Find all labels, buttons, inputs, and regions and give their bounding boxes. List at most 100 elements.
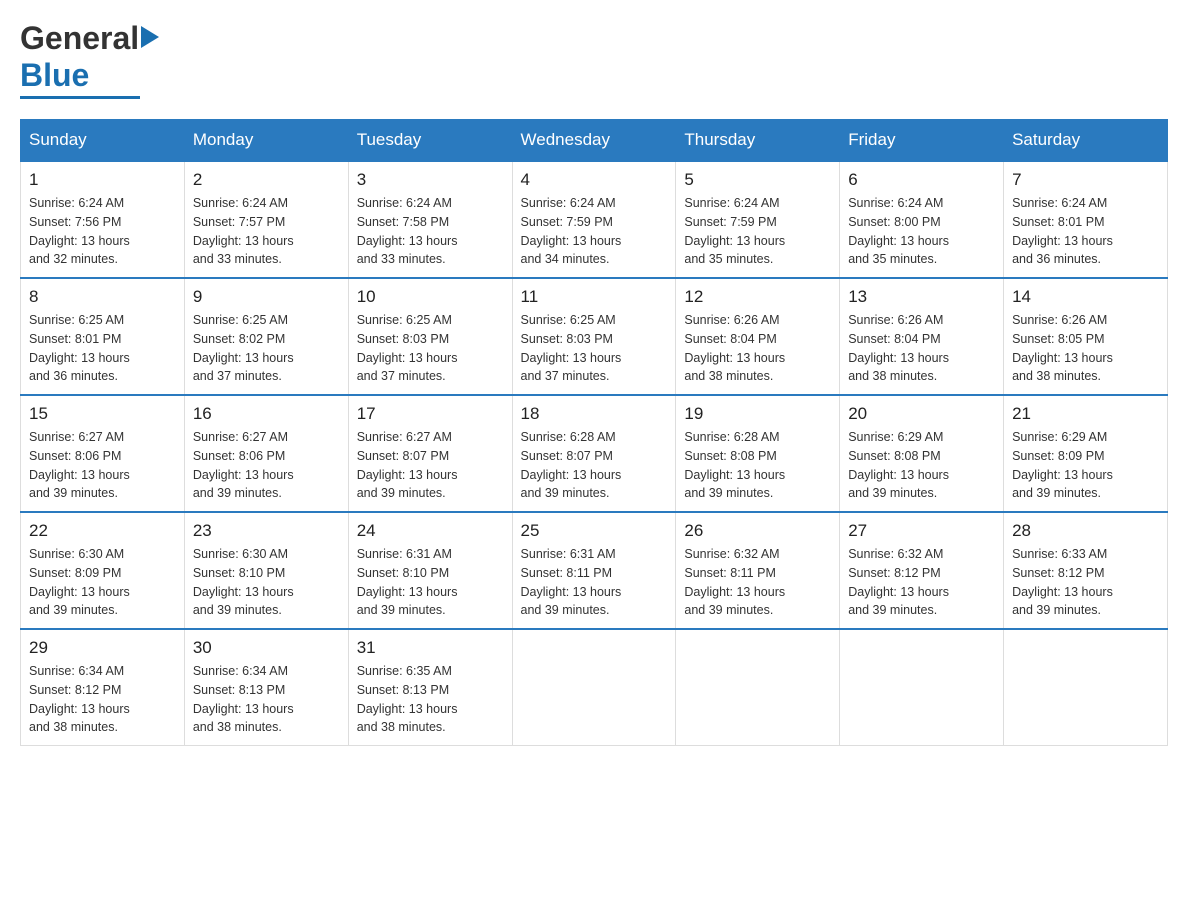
day-number: 29 (29, 638, 176, 658)
calendar-cell: 20 Sunrise: 6:29 AM Sunset: 8:08 PM Dayl… (840, 395, 1004, 512)
day-number: 30 (193, 638, 340, 658)
day-info: Sunrise: 6:26 AM Sunset: 8:05 PM Dayligh… (1012, 311, 1159, 386)
calendar-cell (840, 629, 1004, 746)
day-info: Sunrise: 6:27 AM Sunset: 8:07 PM Dayligh… (357, 428, 504, 503)
calendar-cell: 3 Sunrise: 6:24 AM Sunset: 7:58 PM Dayli… (348, 161, 512, 278)
day-number: 31 (357, 638, 504, 658)
week-row-1: 1 Sunrise: 6:24 AM Sunset: 7:56 PM Dayli… (21, 161, 1168, 278)
day-info: Sunrise: 6:35 AM Sunset: 8:13 PM Dayligh… (357, 662, 504, 737)
day-info: Sunrise: 6:24 AM Sunset: 7:58 PM Dayligh… (357, 194, 504, 269)
day-number: 28 (1012, 521, 1159, 541)
day-info: Sunrise: 6:31 AM Sunset: 8:11 PM Dayligh… (521, 545, 668, 620)
day-number: 18 (521, 404, 668, 424)
day-info: Sunrise: 6:26 AM Sunset: 8:04 PM Dayligh… (848, 311, 995, 386)
day-info: Sunrise: 6:32 AM Sunset: 8:12 PM Dayligh… (848, 545, 995, 620)
weekday-header-tuesday: Tuesday (348, 120, 512, 162)
day-info: Sunrise: 6:27 AM Sunset: 8:06 PM Dayligh… (29, 428, 176, 503)
day-number: 1 (29, 170, 176, 190)
day-info: Sunrise: 6:24 AM Sunset: 7:57 PM Dayligh… (193, 194, 340, 269)
logo-general-text: General (20, 20, 139, 57)
day-number: 4 (521, 170, 668, 190)
day-info: Sunrise: 6:32 AM Sunset: 8:11 PM Dayligh… (684, 545, 831, 620)
calendar-cell: 5 Sunrise: 6:24 AM Sunset: 7:59 PM Dayli… (676, 161, 840, 278)
calendar-cell: 6 Sunrise: 6:24 AM Sunset: 8:00 PM Dayli… (840, 161, 1004, 278)
week-row-2: 8 Sunrise: 6:25 AM Sunset: 8:01 PM Dayli… (21, 278, 1168, 395)
logo-arrow-icon (141, 26, 159, 48)
day-info: Sunrise: 6:33 AM Sunset: 8:12 PM Dayligh… (1012, 545, 1159, 620)
day-number: 24 (357, 521, 504, 541)
day-number: 25 (521, 521, 668, 541)
calendar-cell: 31 Sunrise: 6:35 AM Sunset: 8:13 PM Dayl… (348, 629, 512, 746)
day-info: Sunrise: 6:28 AM Sunset: 8:08 PM Dayligh… (684, 428, 831, 503)
logo: General Blue (20, 20, 161, 99)
day-number: 17 (357, 404, 504, 424)
weekday-header-friday: Friday (840, 120, 1004, 162)
day-number: 2 (193, 170, 340, 190)
calendar-cell: 21 Sunrise: 6:29 AM Sunset: 8:09 PM Dayl… (1004, 395, 1168, 512)
day-info: Sunrise: 6:25 AM Sunset: 8:03 PM Dayligh… (357, 311, 504, 386)
calendar-cell: 13 Sunrise: 6:26 AM Sunset: 8:04 PM Dayl… (840, 278, 1004, 395)
calendar-cell: 8 Sunrise: 6:25 AM Sunset: 8:01 PM Dayli… (21, 278, 185, 395)
day-info: Sunrise: 6:25 AM Sunset: 8:03 PM Dayligh… (521, 311, 668, 386)
day-number: 15 (29, 404, 176, 424)
page-header: General Blue (20, 20, 1168, 99)
calendar-cell: 19 Sunrise: 6:28 AM Sunset: 8:08 PM Dayl… (676, 395, 840, 512)
weekday-header-row: SundayMondayTuesdayWednesdayThursdayFrid… (21, 120, 1168, 162)
day-number: 20 (848, 404, 995, 424)
day-info: Sunrise: 6:25 AM Sunset: 8:02 PM Dayligh… (193, 311, 340, 386)
day-number: 23 (193, 521, 340, 541)
calendar-cell: 23 Sunrise: 6:30 AM Sunset: 8:10 PM Dayl… (184, 512, 348, 629)
calendar-cell: 11 Sunrise: 6:25 AM Sunset: 8:03 PM Dayl… (512, 278, 676, 395)
calendar-cell: 26 Sunrise: 6:32 AM Sunset: 8:11 PM Dayl… (676, 512, 840, 629)
week-row-3: 15 Sunrise: 6:27 AM Sunset: 8:06 PM Dayl… (21, 395, 1168, 512)
day-info: Sunrise: 6:29 AM Sunset: 8:09 PM Dayligh… (1012, 428, 1159, 503)
calendar-cell: 17 Sunrise: 6:27 AM Sunset: 8:07 PM Dayl… (348, 395, 512, 512)
day-number: 11 (521, 287, 668, 307)
day-number: 5 (684, 170, 831, 190)
weekday-header-saturday: Saturday (1004, 120, 1168, 162)
day-info: Sunrise: 6:24 AM Sunset: 7:59 PM Dayligh… (684, 194, 831, 269)
calendar-cell: 12 Sunrise: 6:26 AM Sunset: 8:04 PM Dayl… (676, 278, 840, 395)
calendar-cell: 18 Sunrise: 6:28 AM Sunset: 8:07 PM Dayl… (512, 395, 676, 512)
calendar-cell: 28 Sunrise: 6:33 AM Sunset: 8:12 PM Dayl… (1004, 512, 1168, 629)
day-info: Sunrise: 6:28 AM Sunset: 8:07 PM Dayligh… (521, 428, 668, 503)
weekday-header-sunday: Sunday (21, 120, 185, 162)
day-number: 8 (29, 287, 176, 307)
week-row-5: 29 Sunrise: 6:34 AM Sunset: 8:12 PM Dayl… (21, 629, 1168, 746)
day-number: 26 (684, 521, 831, 541)
day-info: Sunrise: 6:24 AM Sunset: 8:00 PM Dayligh… (848, 194, 995, 269)
logo-blue-text: Blue (20, 57, 89, 94)
calendar-cell (676, 629, 840, 746)
day-number: 27 (848, 521, 995, 541)
day-info: Sunrise: 6:26 AM Sunset: 8:04 PM Dayligh… (684, 311, 831, 386)
calendar-cell (1004, 629, 1168, 746)
calendar-cell: 10 Sunrise: 6:25 AM Sunset: 8:03 PM Dayl… (348, 278, 512, 395)
calendar-cell: 2 Sunrise: 6:24 AM Sunset: 7:57 PM Dayli… (184, 161, 348, 278)
day-info: Sunrise: 6:24 AM Sunset: 8:01 PM Dayligh… (1012, 194, 1159, 269)
calendar-cell: 25 Sunrise: 6:31 AM Sunset: 8:11 PM Dayl… (512, 512, 676, 629)
day-number: 21 (1012, 404, 1159, 424)
day-info: Sunrise: 6:30 AM Sunset: 8:09 PM Dayligh… (29, 545, 176, 620)
day-number: 14 (1012, 287, 1159, 307)
calendar-table: SundayMondayTuesdayWednesdayThursdayFrid… (20, 119, 1168, 746)
day-info: Sunrise: 6:24 AM Sunset: 7:56 PM Dayligh… (29, 194, 176, 269)
day-info: Sunrise: 6:34 AM Sunset: 8:12 PM Dayligh… (29, 662, 176, 737)
calendar-cell: 24 Sunrise: 6:31 AM Sunset: 8:10 PM Dayl… (348, 512, 512, 629)
calendar-cell: 14 Sunrise: 6:26 AM Sunset: 8:05 PM Dayl… (1004, 278, 1168, 395)
day-number: 19 (684, 404, 831, 424)
calendar-cell (512, 629, 676, 746)
logo-underline (20, 96, 140, 99)
calendar-cell: 29 Sunrise: 6:34 AM Sunset: 8:12 PM Dayl… (21, 629, 185, 746)
day-info: Sunrise: 6:29 AM Sunset: 8:08 PM Dayligh… (848, 428, 995, 503)
day-number: 16 (193, 404, 340, 424)
day-number: 3 (357, 170, 504, 190)
week-row-4: 22 Sunrise: 6:30 AM Sunset: 8:09 PM Dayl… (21, 512, 1168, 629)
day-info: Sunrise: 6:31 AM Sunset: 8:10 PM Dayligh… (357, 545, 504, 620)
weekday-header-thursday: Thursday (676, 120, 840, 162)
day-info: Sunrise: 6:24 AM Sunset: 7:59 PM Dayligh… (521, 194, 668, 269)
day-info: Sunrise: 6:30 AM Sunset: 8:10 PM Dayligh… (193, 545, 340, 620)
calendar-cell: 15 Sunrise: 6:27 AM Sunset: 8:06 PM Dayl… (21, 395, 185, 512)
calendar-cell: 30 Sunrise: 6:34 AM Sunset: 8:13 PM Dayl… (184, 629, 348, 746)
calendar-cell: 4 Sunrise: 6:24 AM Sunset: 7:59 PM Dayli… (512, 161, 676, 278)
day-number: 12 (684, 287, 831, 307)
